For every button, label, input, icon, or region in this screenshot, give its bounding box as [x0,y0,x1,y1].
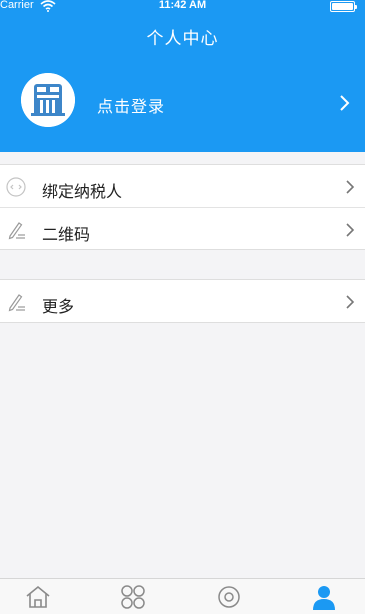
service-icon[interactable] [215,583,243,611]
page-title: 个人中心 [146,29,219,48]
menu-item-bind-taxpayer[interactable]: 绑定纳税人 [0,165,365,208]
chevron-right-icon [346,295,355,309]
tab-bar [0,578,365,614]
status-time: 11:42 AM [158,0,207,11]
login-row[interactable]: 点击登录 [0,58,365,150]
chevron-right-icon [346,180,355,194]
chevron-right-icon [346,223,355,237]
link-icon [6,177,26,197]
menu-group-primary: 绑定纳税人 二维码 [0,164,365,250]
menu-item-qr-code[interactable]: 二维码 [0,208,365,251]
avatar[interactable] [21,73,75,127]
menu-group-more: 更多 [0,279,365,323]
home-icon[interactable] [24,583,52,611]
menu-item-label: 二维码 [42,227,91,244]
apps-grid-icon[interactable] [119,583,147,611]
menu-item-label: 绑定纳税人 [42,184,123,201]
user-icon[interactable] [310,583,338,611]
login-text[interactable]: 点击登录 [97,93,165,117]
pen-icon [8,294,25,312]
menu-item-label: 更多 [42,299,75,316]
tax-logo-icon [21,73,75,127]
battery-icon [330,1,357,12]
status-bar: Carrier 11:42 AM [0,0,365,14]
header: Carrier 11:42 AM 个人中心 点击登录 [0,0,365,152]
chevron-right-icon [340,95,350,111]
pen-icon [8,222,25,240]
menu-item-more[interactable]: 更多 [0,280,365,323]
